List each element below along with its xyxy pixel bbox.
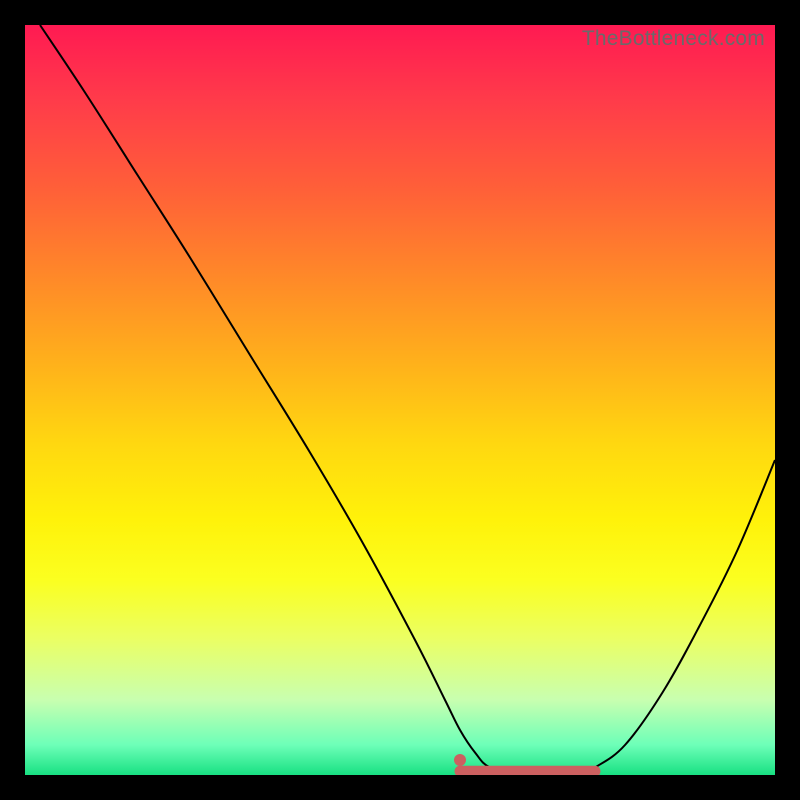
flat-region-dot <box>454 754 466 766</box>
bottleneck-curve <box>40 25 775 775</box>
chart-frame: TheBottleneck.com <box>0 0 800 800</box>
chart-svg <box>25 25 775 775</box>
plot-area: TheBottleneck.com <box>25 25 775 775</box>
